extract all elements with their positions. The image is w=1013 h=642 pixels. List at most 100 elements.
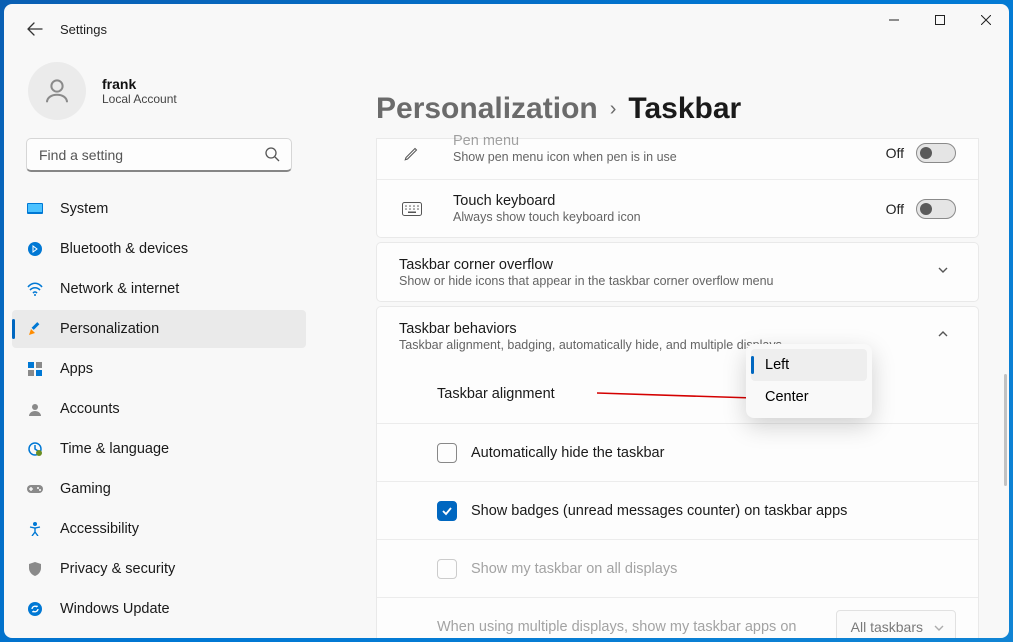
settings-window: Settings frank Local Account <box>4 4 1009 638</box>
search-field[interactable] <box>26 138 292 172</box>
nav-label: Apps <box>60 361 93 377</box>
close-icon <box>981 15 991 25</box>
taskbar-alignment-row: Taskbar alignment <box>377 365 978 423</box>
multidisplay-value: All taskbars <box>851 619 923 635</box>
bluetooth-icon <box>26 240 44 258</box>
minimize-button[interactable] <box>871 4 917 36</box>
accounts-icon <box>26 400 44 418</box>
badges-row[interactable]: Show badges (unread messages counter) on… <box>377 481 978 539</box>
nav-item-update[interactable]: Windows Update <box>12 590 306 628</box>
taskbar-corner-icons-card: Pen menu Show pen menu icon when pen is … <box>376 138 979 238</box>
chevron-down-icon <box>936 263 956 282</box>
nav-label: Accounts <box>60 401 120 417</box>
nav-item-time[interactable]: Time & language <box>12 430 306 468</box>
autohide-label: Automatically hide the taskbar <box>471 445 664 461</box>
keyboard-icon <box>399 202 425 216</box>
nav-label: Time & language <box>60 441 169 457</box>
nav-item-accessibility[interactable]: Accessibility <box>12 510 306 548</box>
page-title: Taskbar <box>628 92 741 126</box>
dropdown-option-center[interactable]: Center <box>751 381 867 413</box>
nav-item-privacy[interactable]: Privacy & security <box>12 550 306 588</box>
scrollbar-thumb[interactable] <box>1004 374 1007 486</box>
titlebar: Settings <box>4 4 1009 54</box>
nav-label: Gaming <box>60 481 111 497</box>
alignment-dropdown[interactable]: LeftCenter <box>746 344 872 418</box>
nav-item-gaming[interactable]: Gaming <box>12 470 306 508</box>
time-icon <box>26 440 44 458</box>
nav-item-accounts[interactable]: Accounts <box>12 390 306 428</box>
pen-toggle[interactable] <box>916 143 956 163</box>
overflow-sub: Show or hide icons that appear in the ta… <box>399 274 936 288</box>
personalization-icon <box>26 320 44 338</box>
breadcrumb-parent[interactable]: Personalization <box>376 92 598 126</box>
chevron-down-icon <box>933 621 945 637</box>
nav-item-network[interactable]: Network & internet <box>12 270 306 308</box>
gaming-icon <box>26 480 44 498</box>
badges-checkbox[interactable] <box>437 501 457 521</box>
accessibility-icon <box>26 520 44 538</box>
nav-label: Windows Update <box>60 601 170 617</box>
behaviors-title: Taskbar behaviors <box>399 321 936 337</box>
alldisplays-label: Show my taskbar on all displays <box>471 561 677 577</box>
apps-icon <box>26 360 44 378</box>
multidisplay-select: All taskbars <box>836 610 956 638</box>
nav-label: Privacy & security <box>60 561 175 577</box>
multidisplay-row: When using multiple displays, show my ta… <box>377 597 978 638</box>
taskbar-overflow-card[interactable]: Taskbar corner overflow Show or hide ico… <box>376 242 979 302</box>
dropdown-option-left[interactable]: Left <box>751 349 867 381</box>
behaviors-header[interactable]: Taskbar behaviors Taskbar alignment, bad… <box>377 307 978 365</box>
main-content: Personalization › Taskbar Pen menu Show … <box>314 54 1009 638</box>
nav-item-apps[interactable]: Apps <box>12 350 306 388</box>
nav-item-system[interactable]: System <box>12 190 306 228</box>
touch-toggle-state: Off <box>886 201 904 217</box>
avatar <box>28 62 86 120</box>
sidebar: frank Local Account System Bluetooth & de… <box>4 54 314 638</box>
maximize-button[interactable] <box>917 4 963 36</box>
update-icon <box>26 600 44 618</box>
search-input[interactable] <box>26 138 292 172</box>
chevron-right-icon: › <box>610 98 617 121</box>
alignment-label: Taskbar alignment <box>437 386 555 402</box>
multidisplay-label: When using multiple displays, show my ta… <box>437 619 836 635</box>
check-icon <box>441 505 453 517</box>
nav-item-personalization[interactable]: Personalization <box>12 310 306 348</box>
nav-label: Accessibility <box>60 521 139 537</box>
back-button[interactable] <box>22 16 48 42</box>
alldisplays-checkbox <box>437 559 457 579</box>
nav-label: Personalization <box>60 321 159 337</box>
taskbar-behaviors-card: Taskbar behaviors Taskbar alignment, bad… <box>376 306 979 638</box>
chevron-up-icon <box>936 327 956 346</box>
pen-icon <box>399 144 425 162</box>
back-arrow-icon <box>27 21 43 37</box>
system-icon <box>26 200 44 218</box>
privacy-icon <box>26 560 44 578</box>
pen-title: Pen menu <box>453 133 886 149</box>
breadcrumb: Personalization › Taskbar <box>376 92 979 126</box>
overflow-title: Taskbar corner overflow <box>399 257 936 273</box>
network-icon <box>26 280 44 298</box>
alldisplays-row: Show my taskbar on all displays <box>377 539 978 597</box>
window-title: Settings <box>60 22 107 37</box>
touch-keyboard-row: Touch keyboard Always show touch keyboar… <box>377 179 978 237</box>
window-controls <box>871 4 1009 36</box>
nav-label: Bluetooth & devices <box>60 241 188 257</box>
badges-label: Show badges (unread messages counter) on… <box>471 503 847 519</box>
pen-menu-row: Pen menu Show pen menu icon when pen is … <box>377 139 978 179</box>
touch-title: Touch keyboard <box>453 193 886 209</box>
minimize-icon <box>889 15 899 25</box>
person-icon <box>42 76 72 106</box>
close-button[interactable] <box>963 4 1009 36</box>
autohide-row[interactable]: Automatically hide the taskbar <box>377 423 978 481</box>
user-account-row[interactable]: frank Local Account <box>4 62 314 138</box>
nav-label: System <box>60 201 108 217</box>
autohide-checkbox[interactable] <box>437 443 457 463</box>
nav-item-bluetooth[interactable]: Bluetooth & devices <box>12 230 306 268</box>
user-name: frank <box>102 76 177 92</box>
touch-toggle[interactable] <box>916 199 956 219</box>
search-icon <box>264 146 280 167</box>
pen-sub: Show pen menu icon when pen is in use <box>453 150 886 164</box>
user-sub: Local Account <box>102 92 177 106</box>
nav-label: Network & internet <box>60 281 179 297</box>
pen-toggle-state: Off <box>886 145 904 161</box>
touch-sub: Always show touch keyboard icon <box>453 210 886 224</box>
